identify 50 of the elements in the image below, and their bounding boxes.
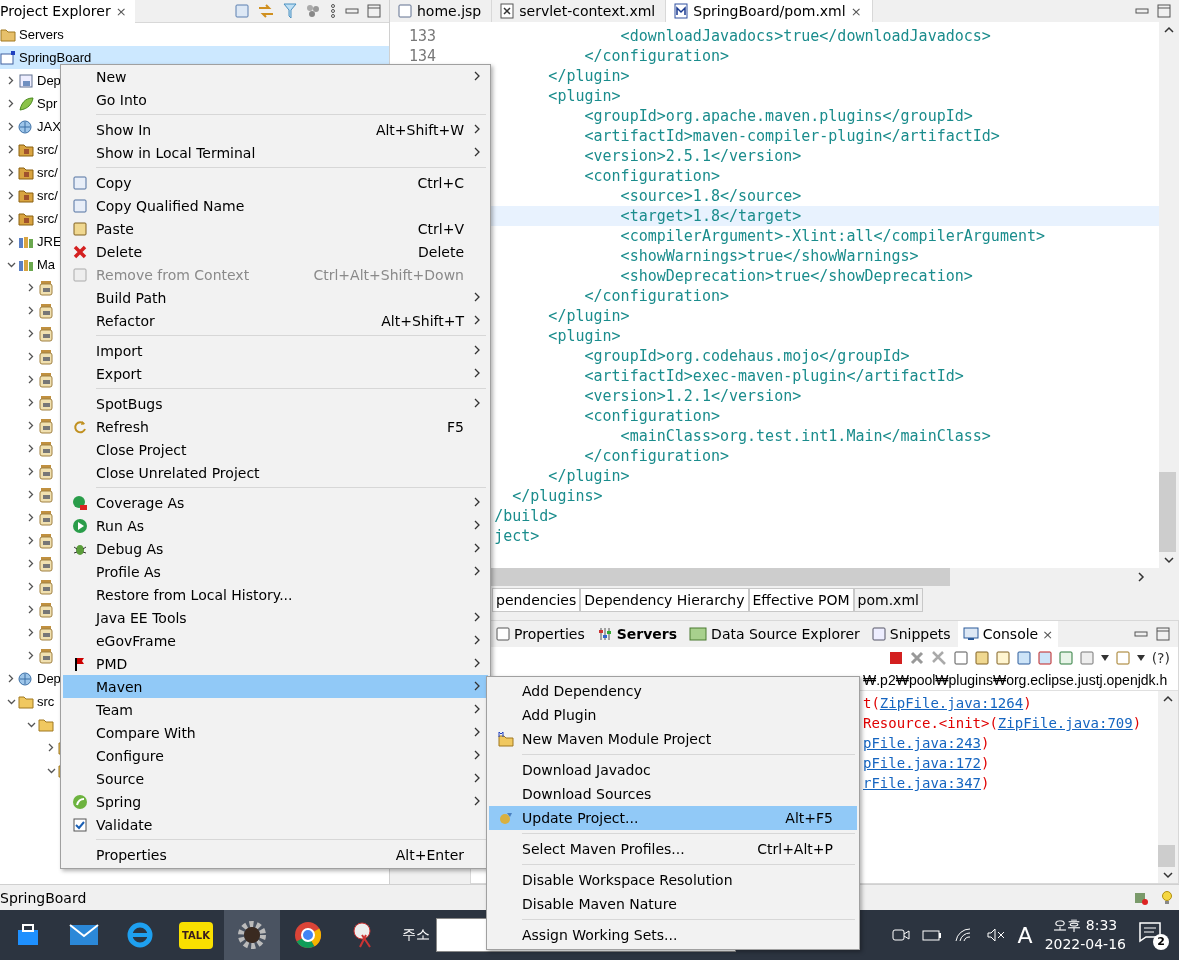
address-label: 주소 [402, 926, 430, 944]
tree-label: Ma [37, 256, 56, 273]
tree-label: JAX [37, 118, 61, 135]
code-line: <groupId>org.apache.maven.plugins</groupId> [584, 106, 973, 126]
code-line: <version>1.2.1</version> [584, 386, 802, 406]
code-line: <artifactId>maven-compiler-plugin</artifactId> [584, 126, 1000, 146]
chat-app-logo: TALK [179, 921, 213, 949]
code-line: <version>2.5.1</version> [584, 146, 802, 166]
code-line: <artifactId>exec-maven-plugin</artifactId> [584, 366, 964, 386]
code-line: <plugin> [548, 326, 621, 346]
code-line: </configuration> [584, 286, 729, 306]
code-line: <configuration> [584, 166, 720, 186]
console-line: rFile.java:347) [863, 774, 991, 793]
tree-label: JRE [37, 233, 62, 250]
console-line: pFile.java:243) [863, 734, 991, 753]
tree-label: src/ [37, 210, 58, 227]
code-line: </configuration> [584, 446, 729, 466]
code-line: <mainClass>org.test.int1.Main</mainClass> [620, 426, 991, 446]
code-line: <source>1.8</source> [620, 186, 802, 206]
code-line: <target>1.8</target> [620, 206, 802, 226]
console-line: t(ZipFile.java:1264) [863, 694, 1033, 713]
code-line: <showDeprecation>true</showDeprecation> [620, 266, 973, 286]
code-line: </plugins> [512, 486, 603, 506]
tree-label: SpringBoard [19, 49, 92, 66]
code-line: ject> [494, 526, 540, 546]
code-line: </configuration> [584, 46, 729, 66]
tree-label: src/ [37, 141, 58, 158]
code-line: <configuration> [584, 406, 720, 426]
tree-label: Dep [37, 72, 61, 89]
code-line: <downloadJavadocs>true</downloadJavadocs> [620, 26, 991, 46]
code-line: </plugin> [548, 66, 630, 86]
console-line: pFile.java:172) [863, 754, 991, 773]
tree-label: src/ [37, 164, 58, 181]
status-text: SpringBoard [0, 889, 87, 906]
code-line: </plugin> [548, 306, 630, 326]
code-line: /build> [494, 506, 558, 526]
code-line: <groupId>org.codehaus.mojo</groupId> [584, 346, 910, 366]
tree-label: Servers [19, 26, 64, 43]
tree-label: src/ [37, 187, 58, 204]
console-line: Resource.<init>(ZipFile.java:709) [863, 714, 1143, 733]
tree-label: Dep [37, 670, 61, 687]
code-line: <plugin> [548, 86, 621, 106]
notification-count: 2 [1153, 933, 1169, 950]
code-line: </plugin> [548, 466, 630, 486]
tree-label: src [37, 693, 55, 710]
line-number: 133 [407, 26, 437, 46]
line-number: 134 [407, 46, 437, 66]
code-line: <showWarnings>true</showWarnings> [620, 246, 919, 266]
tree-label: Spr [37, 95, 58, 112]
code-line: <compilerArgument>-Xlint:all</compilerArgument> [620, 226, 1046, 246]
